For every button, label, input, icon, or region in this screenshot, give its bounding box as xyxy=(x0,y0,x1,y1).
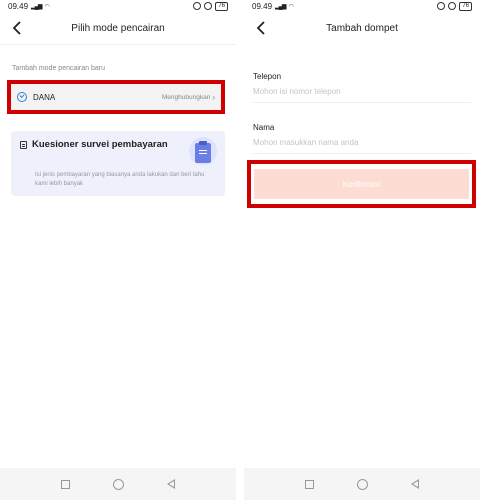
dana-label: DANA xyxy=(33,92,56,102)
chevron-right-icon: › xyxy=(212,92,215,102)
nav-circle-icon[interactable] xyxy=(112,478,124,490)
status-time: 09.49 xyxy=(252,1,273,11)
status-bar: 09.49 ▂▄▆ ◠ 76 xyxy=(0,0,236,12)
page-title: Pilih mode pencairan xyxy=(71,22,165,34)
header-divider xyxy=(0,44,236,45)
signal-icon: ▂▄▆ xyxy=(275,3,287,10)
battery-indicator: 76 xyxy=(215,1,228,11)
wifi-icon: ◠ xyxy=(288,3,294,10)
nav-square-icon[interactable] xyxy=(61,479,71,489)
dana-option-row[interactable]: DANA Menghubungkan › xyxy=(7,80,225,114)
top-bar: Pilih mode pencairan xyxy=(0,12,236,44)
section-label: Tambah mode pencairan baru xyxy=(12,65,106,72)
back-button[interactable] xyxy=(254,20,270,36)
tambah-dompet-panel: 09.49 ▂▄▆ ◠ 76 Tambah dompet Telepon Nam… xyxy=(244,0,480,500)
confirm-highlight: Konfirmasi xyxy=(247,160,476,208)
top-bar: Tambah dompet xyxy=(244,12,480,44)
phone-input[interactable] xyxy=(253,81,471,103)
back-icon xyxy=(12,21,21,35)
nav-back-icon[interactable] xyxy=(166,479,175,489)
sync-icon xyxy=(448,2,457,10)
screen-root: 09.49 ▂▄▆ ◠ 76 Pilih mode pencairan Tamb… xyxy=(0,0,480,500)
signal-icon: ▂▄▆ xyxy=(31,3,43,10)
dana-status: Menghubungkan xyxy=(161,93,211,101)
survey-title: Kuesioner survei pembayaran xyxy=(32,139,168,150)
name-label: Nama xyxy=(253,123,275,132)
wifi-icon: ◠ xyxy=(44,3,50,10)
back-button[interactable] xyxy=(10,20,26,36)
dana-icon xyxy=(17,92,27,102)
sync-icon xyxy=(204,2,213,10)
alarm-icon xyxy=(193,2,202,10)
back-icon xyxy=(256,21,265,35)
status-bar: 09.49 ▂▄▆ ◠ 76 xyxy=(244,0,480,12)
clipboard-icon xyxy=(195,141,211,163)
status-time: 09.49 xyxy=(8,1,29,11)
confirm-button[interactable]: Konfirmasi xyxy=(254,169,469,199)
nav-square-icon[interactable] xyxy=(305,479,315,489)
nav-circle-icon[interactable] xyxy=(356,478,368,490)
phone-label: Telepon xyxy=(253,72,282,81)
navigation-bar xyxy=(244,468,480,500)
navigation-bar xyxy=(0,468,236,500)
nav-back-icon[interactable] xyxy=(410,479,419,489)
survey-card[interactable]: Kuesioner survei pembayaran Isi jenis pe… xyxy=(11,131,225,196)
survey-description: Isi jenis pembayaran yang biasanya anda … xyxy=(35,172,205,187)
document-icon xyxy=(20,140,27,149)
name-input[interactable] xyxy=(253,132,471,154)
alarm-icon xyxy=(437,2,446,10)
pilih-mode-panel: 09.49 ▂▄▆ ◠ 76 Pilih mode pencairan Tamb… xyxy=(0,0,236,500)
battery-indicator: 76 xyxy=(459,1,472,11)
page-title: Tambah dompet xyxy=(326,22,398,34)
